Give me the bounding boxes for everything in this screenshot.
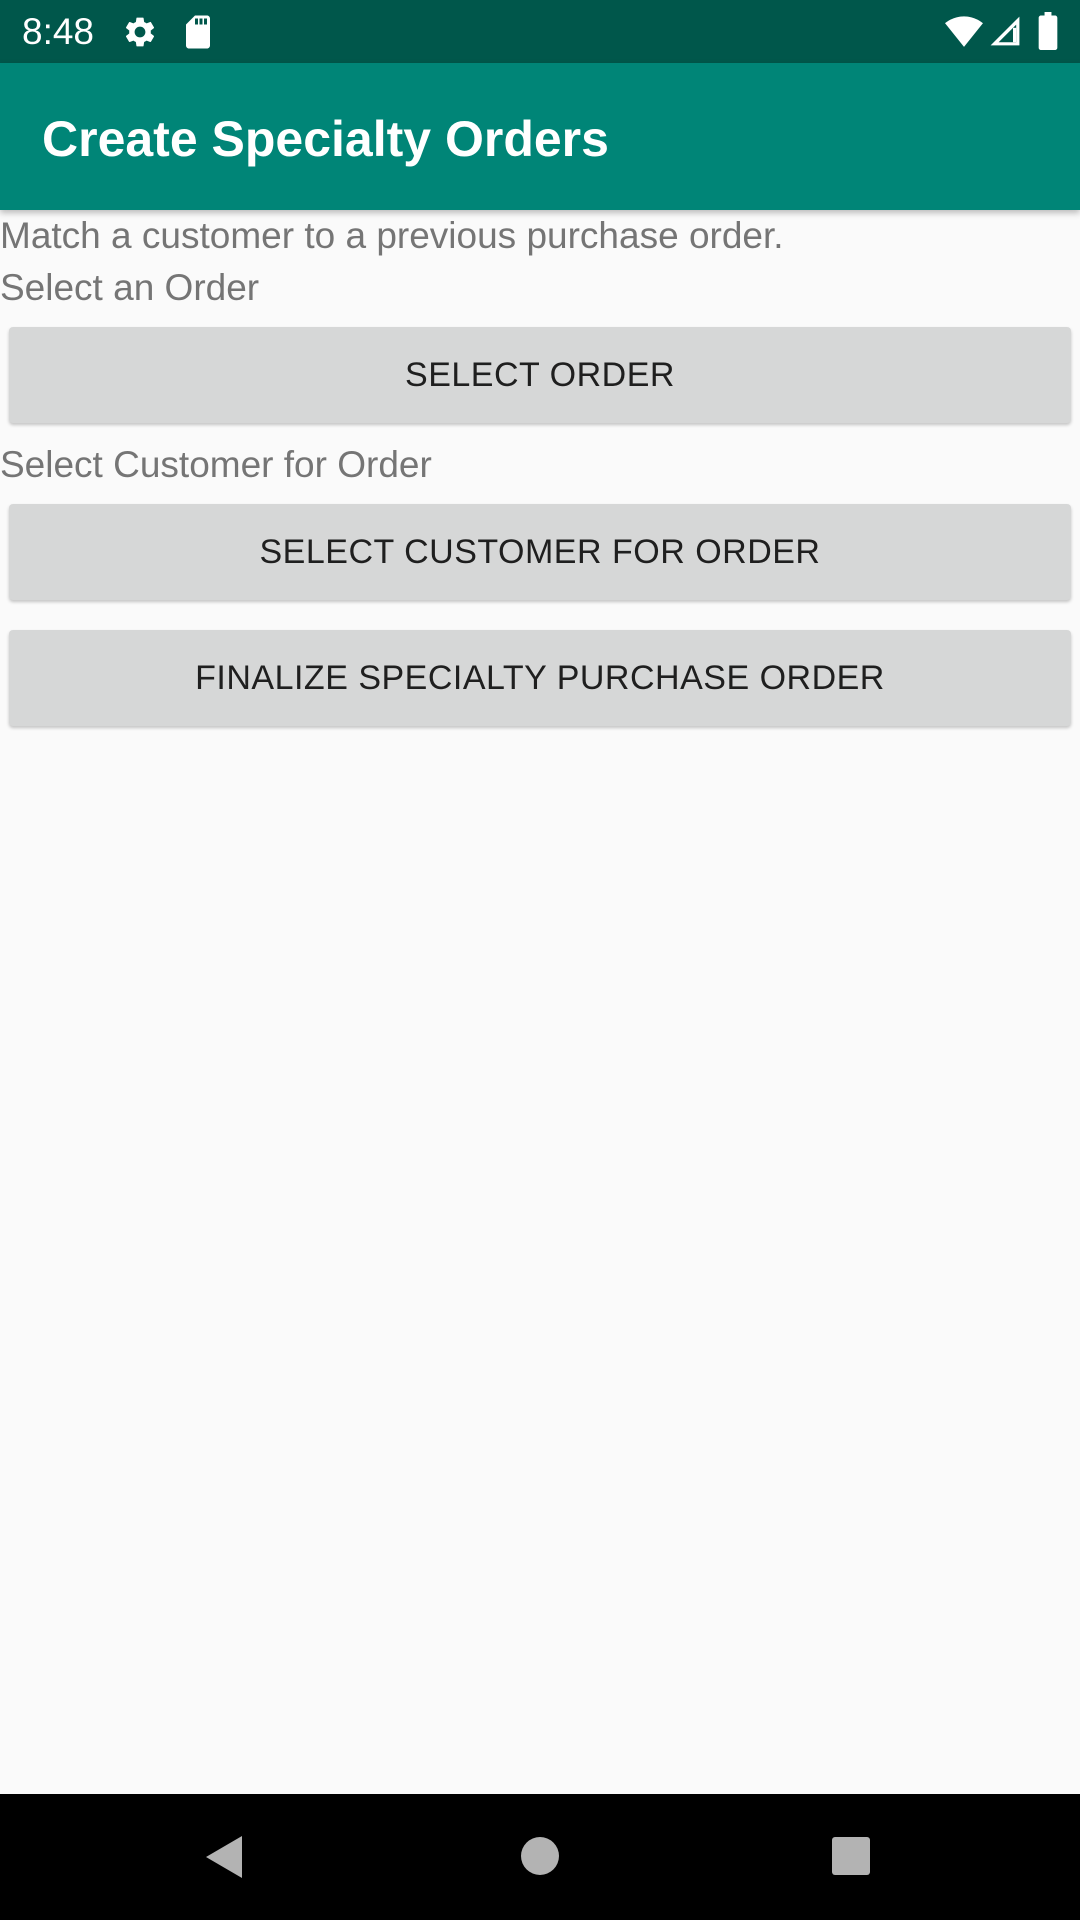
battery-icon: [1038, 12, 1058, 50]
select-customer-label: Select Customer for Order: [0, 444, 432, 485]
wifi-icon: [945, 16, 983, 47]
home-icon[interactable]: [519, 1835, 561, 1877]
navigation-bar: [0, 1794, 1080, 1920]
screen: 8:48 Create Specialty Orders Match a cus…: [0, 0, 1080, 1920]
sd-card-icon: [186, 15, 210, 49]
recents-icon[interactable]: [831, 1836, 871, 1876]
app-bar: Create Specialty Orders: [0, 63, 1080, 210]
status-time: 8:48: [22, 11, 95, 52]
finalize-order-button[interactable]: FINALIZE SPECIALTY PURCHASE ORDER: [9, 630, 1071, 726]
page-title: Create Specialty Orders: [42, 111, 609, 167]
signal-icon: [990, 16, 1020, 46]
gear-icon: [125, 17, 155, 47]
status-bar: 8:48: [0, 0, 1080, 63]
back-icon[interactable]: [204, 1834, 244, 1880]
description-text: Match a customer to a previous purchase …: [0, 215, 784, 256]
select-order-label: Select an Order: [0, 267, 260, 308]
select-customer-button[interactable]: SELECT CUSTOMER FOR ORDER: [9, 504, 1071, 600]
select-order-button[interactable]: SELECT ORDER: [9, 327, 1071, 423]
